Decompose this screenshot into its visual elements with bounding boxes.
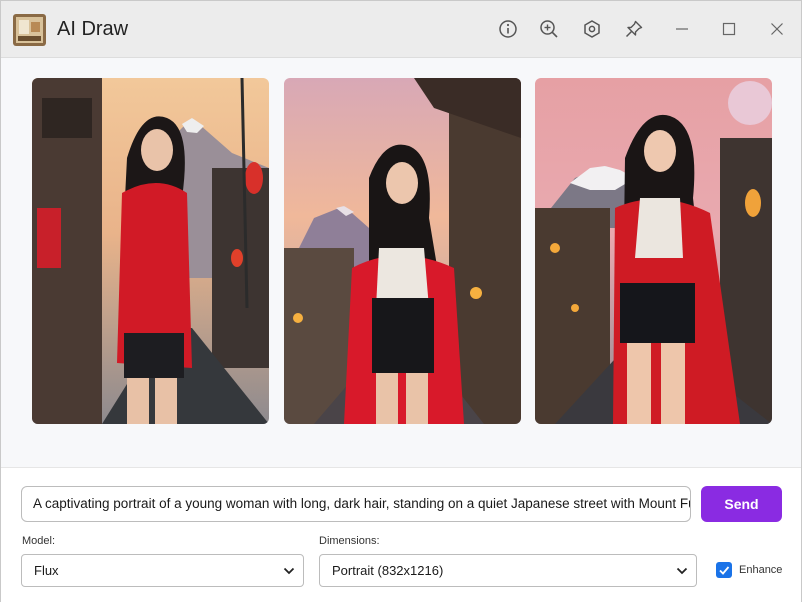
app-logo-icon	[13, 14, 46, 46]
pin-icon	[625, 20, 643, 38]
generated-image-2-art	[284, 78, 521, 424]
title-bar: AI Draw	[1, 1, 801, 58]
maximize-icon	[722, 22, 736, 36]
zoom-in-icon	[540, 20, 558, 38]
generated-image-2[interactable]	[284, 78, 521, 424]
prompt-input[interactable]: A captivating portrait of a young woman …	[21, 486, 691, 522]
zoom-in-button[interactable]	[538, 18, 560, 40]
generated-image-3-art	[535, 78, 772, 424]
settings-button[interactable]	[581, 18, 603, 40]
send-button[interactable]: Send	[701, 486, 782, 522]
app-window: AI Draw A captivating portrait of a youn…	[0, 0, 802, 602]
chevron-down-icon	[283, 567, 295, 575]
minimize-icon	[676, 28, 688, 30]
generated-image-3[interactable]	[535, 78, 772, 424]
enhance-checkbox[interactable]	[716, 562, 732, 578]
window-title: AI Draw	[57, 18, 129, 40]
info-button[interactable]	[497, 18, 519, 40]
chevron-down-icon	[676, 567, 688, 575]
model-select[interactable]: Flux	[21, 554, 304, 587]
model-select-value: Flux	[34, 563, 59, 578]
generated-image-1[interactable]	[32, 78, 269, 424]
pin-button[interactable]	[623, 18, 645, 40]
maximize-button[interactable]	[717, 17, 741, 41]
dimensions-select[interactable]: Portrait (832x1216)	[319, 554, 697, 587]
control-panel: A captivating portrait of a young woman …	[1, 467, 801, 602]
generated-image-1-art	[32, 78, 269, 424]
settings-icon	[584, 20, 600, 38]
info-icon	[499, 20, 517, 38]
model-label: Model:	[22, 535, 56, 547]
minimize-button[interactable]	[670, 17, 694, 41]
dimensions-select-value: Portrait (832x1216)	[332, 563, 444, 578]
image-gallery	[1, 58, 801, 466]
close-button[interactable]	[765, 17, 789, 41]
enhance-label: Enhance	[739, 564, 783, 576]
dimensions-label: Dimensions:	[319, 535, 380, 547]
close-icon	[771, 23, 783, 35]
checkmark-icon	[719, 566, 730, 575]
